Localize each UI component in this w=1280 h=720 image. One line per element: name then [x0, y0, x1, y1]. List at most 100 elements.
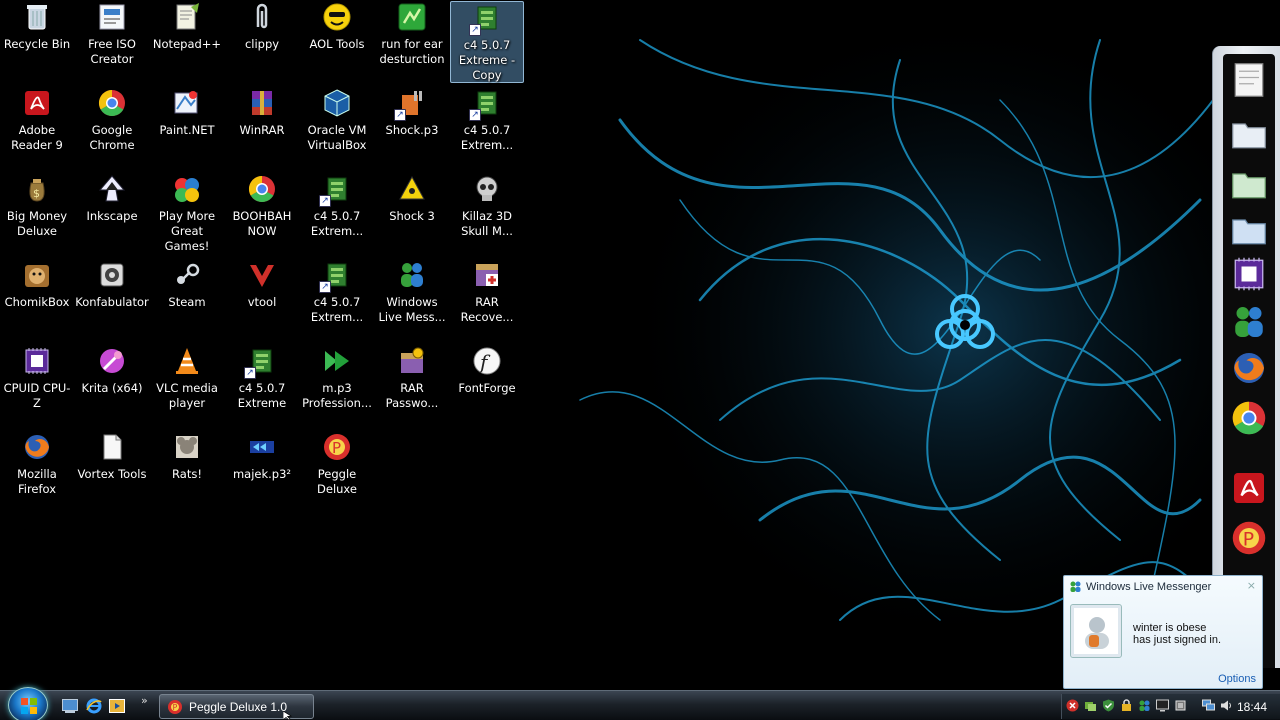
- security-alert-icon[interactable]: [1066, 699, 1079, 712]
- desktop-icon[interactable]: clippy: [225, 1, 299, 52]
- green-arrow-icon: [321, 345, 353, 377]
- desktop-icon[interactable]: Adobe Reader 9: [0, 87, 74, 153]
- quick-launch-more-button[interactable]: »: [141, 694, 148, 707]
- desktop-icon-label: BOOHBAH NOW: [232, 209, 292, 238]
- sidebar-cpu-z-icon[interactable]: [1227, 252, 1271, 296]
- desktop-icon[interactable]: Konfabulator: [75, 259, 149, 310]
- desktop-icon[interactable]: AOL Tools: [300, 1, 374, 52]
- desktop-icon[interactable]: RAR Recove...: [450, 259, 524, 325]
- desktop-icon-label: ChomikBox: [4, 295, 70, 309]
- sidebar-firefox-icon[interactable]: [1227, 346, 1271, 390]
- desktop-icon[interactable]: Rats!: [150, 431, 224, 482]
- sidebar-folder-blue-icon[interactable]: [1227, 208, 1271, 252]
- desktop-icon[interactable]: Krita (x64): [75, 345, 149, 396]
- show-desktop-icon[interactable]: [61, 697, 79, 715]
- shock-p3-icon: ↗: [394, 87, 428, 121]
- desktop-icon-label: c4 5.0.7 Extrem...: [310, 209, 364, 238]
- shortcut-arrow-icon: ↗: [394, 109, 406, 121]
- taskbar-button-label: Peggle Deluxe 1.0: [189, 699, 288, 714]
- sidebar-peggle-icon[interactable]: P: [1227, 516, 1271, 560]
- media-player-icon[interactable]: [108, 697, 126, 715]
- desktop-icon[interactable]: Windows Live Mess...: [375, 259, 449, 325]
- desktop-icon[interactable]: $ Big Money Deluxe: [0, 173, 74, 239]
- sidebar-folder-icon[interactable]: [1227, 112, 1271, 156]
- shortcut-arrow-icon: ↗: [469, 24, 481, 36]
- desktop-icon[interactable]: Recycle Bin: [0, 1, 74, 52]
- vlc-cone-icon: [171, 345, 203, 377]
- shield-check-icon[interactable]: [1102, 699, 1115, 712]
- desktop-icon[interactable]: majek.p3²: [225, 431, 299, 482]
- sidebar-adobe-reader-icon[interactable]: [1227, 466, 1271, 510]
- desktop-icon[interactable]: VLC media player: [150, 345, 224, 411]
- desktop-icon[interactable]: ↗ c4 5.0.7 Extrem...: [300, 259, 374, 325]
- desktop-icon[interactable]: Notepad++: [150, 1, 224, 52]
- desktop-icon[interactable]: vtool: [225, 259, 299, 310]
- konfabulator-icon: [96, 259, 128, 291]
- svg-text:$: $: [33, 187, 40, 200]
- desktop-icon[interactable]: ChomikBox: [0, 259, 74, 310]
- notification-message-line1: winter is obese: [1133, 622, 1207, 634]
- network-sync-icon[interactable]: [1084, 699, 1097, 712]
- desktop-icon-label: Oracle VM VirtualBox: [307, 123, 367, 152]
- desktop-icon[interactable]: ↗ c4 5.0.7 Extrem...: [300, 173, 374, 239]
- desktop-icon[interactable]: Steam: [150, 259, 224, 310]
- desktop-icon[interactable]: Vortex Tools: [75, 431, 149, 482]
- desktop-icon[interactable]: Free ISO Creator: [75, 1, 149, 67]
- desktop-icon-label: Adobe Reader 9: [11, 123, 63, 152]
- document-icon: [96, 431, 128, 463]
- desktop-icon[interactable]: Play More Great Games!: [150, 173, 224, 254]
- sidebar-notes-icon[interactable]: [1227, 58, 1271, 102]
- desktop-icon[interactable]: BOOHBAH NOW: [225, 173, 299, 239]
- desktop-icon[interactable]: Killaz 3D Skull M...: [450, 173, 524, 239]
- sidebar-folder-green-icon[interactable]: [1227, 162, 1271, 206]
- desktop-icon[interactable]: Paint.NET: [150, 87, 224, 138]
- chrome-icon: [96, 87, 128, 119]
- desktop-icon[interactable]: ↗ c4 5.0.7 Extreme - Copy: [450, 1, 524, 83]
- volume-icon[interactable]: [1220, 699, 1233, 712]
- usb-device-icon[interactable]: [1174, 699, 1187, 712]
- desktop-icon[interactable]: RAR Passwo...: [375, 345, 449, 411]
- desktop-icon[interactable]: WinRAR: [225, 87, 299, 138]
- desktop-icon[interactable]: Mozilla Firefox: [0, 431, 74, 497]
- mouse-cursor-icon: [283, 711, 292, 720]
- desktop-icon[interactable]: Google Chrome: [75, 87, 149, 153]
- internet-explorer-icon[interactable]: [85, 697, 103, 715]
- messenger-notification[interactable]: Windows Live Messenger × winter is obese…: [1063, 575, 1263, 689]
- messenger-tray-icon[interactable]: [1138, 699, 1151, 712]
- desktop-icon-label: Killaz 3D Skull M...: [461, 209, 513, 238]
- desktop-icon[interactable]: f FontForge: [450, 345, 524, 396]
- desktop-icon[interactable]: Oracle VM VirtualBox: [300, 87, 374, 153]
- sidebar-chrome-icon[interactable]: [1227, 396, 1271, 440]
- desktop-icon[interactable]: ↗ c4 5.0.7 Extrem...: [450, 87, 524, 153]
- desktop-icon[interactable]: P Peggle Deluxe: [300, 431, 374, 497]
- network-icon[interactable]: [1202, 699, 1215, 712]
- sidebar-messenger-icon[interactable]: [1227, 300, 1271, 344]
- desktop-icon[interactable]: run for ear desturction: [375, 1, 449, 67]
- start-button[interactable]: [8, 687, 48, 720]
- monitor-icon[interactable]: [1156, 699, 1169, 712]
- desktop-icon-label: CPUID CPU-Z: [3, 381, 71, 410]
- desktop-icon-label: Paint.NET: [159, 123, 215, 137]
- desktop-icon[interactable]: ↗ c4 5.0.7 Extreme: [225, 345, 299, 411]
- notification-title: Windows Live Messenger: [1086, 581, 1212, 593]
- desktop-icon[interactable]: Shock 3: [375, 173, 449, 224]
- shortcut-arrow-icon: ↗: [244, 367, 256, 379]
- desktop-icon[interactable]: m.p3 Profession...: [300, 345, 374, 411]
- desktop-icon-label: Steam: [168, 295, 206, 309]
- desktop-icon[interactable]: Inkscape: [75, 173, 149, 224]
- clock[interactable]: 18:44: [1237, 700, 1267, 714]
- lock-icon[interactable]: [1120, 699, 1133, 712]
- close-icon[interactable]: ×: [1247, 579, 1256, 592]
- money-bag-icon: $: [21, 173, 53, 205]
- desktop-icon-label: c4 5.0.7 Extreme - Copy: [458, 38, 516, 82]
- c4-extreme-icon: ↗: [469, 2, 503, 36]
- desktop-icon-label: VLC media player: [156, 381, 218, 410]
- majek-icon: [246, 431, 278, 463]
- c4-extreme-icon: ↗: [319, 259, 353, 293]
- desktop-icon[interactable]: CPUID CPU-Z: [0, 345, 74, 411]
- options-link[interactable]: Options: [1218, 673, 1256, 685]
- steam-icon: [171, 259, 203, 291]
- desktop-icon-label: Play More Great Games!: [158, 209, 216, 253]
- c4-extreme-icon: ↗: [244, 345, 278, 379]
- desktop-icon[interactable]: ↗ Shock.p3: [375, 87, 449, 138]
